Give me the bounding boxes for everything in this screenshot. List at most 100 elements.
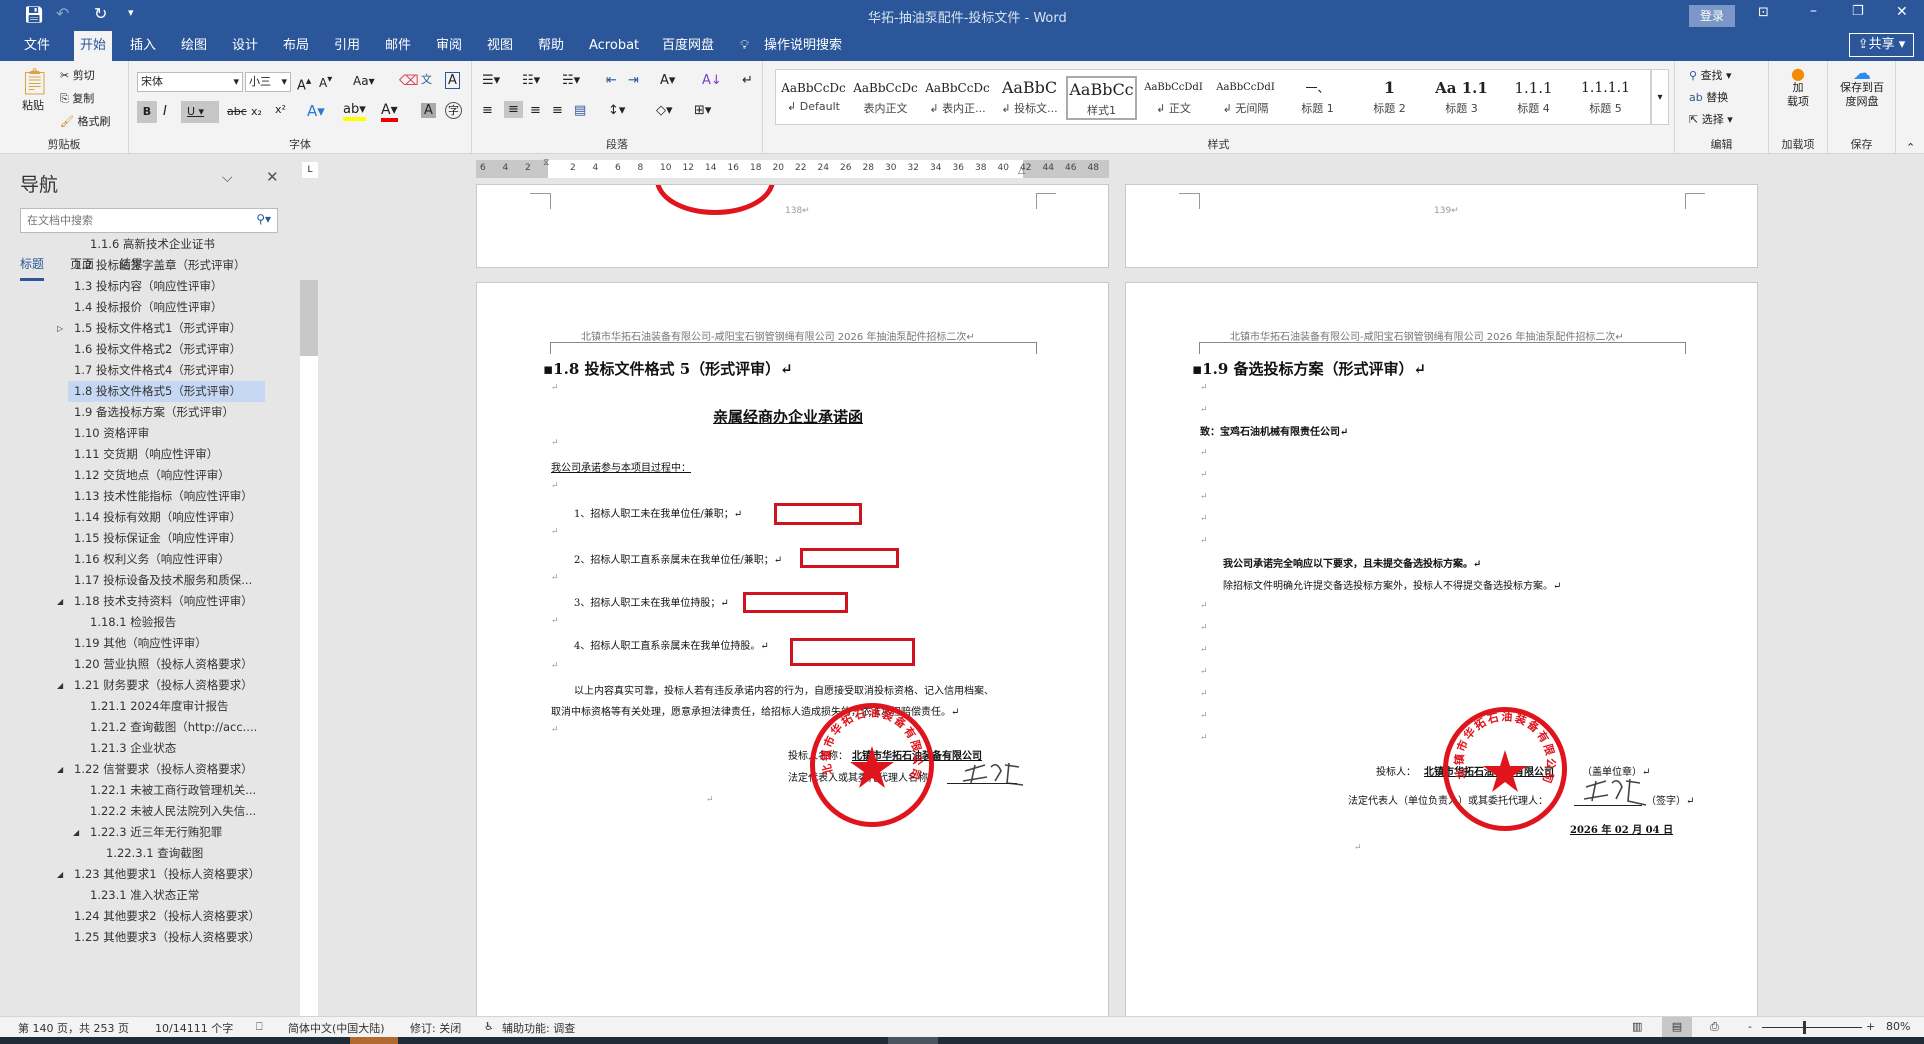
nav-heading-item[interactable]: 1.22.1 未被工商行政管理机关... [84, 780, 256, 801]
nav-heading-item[interactable]: 1.1.6 高新技术企业证书 [84, 234, 215, 255]
tab-help[interactable]: 帮助 [532, 31, 570, 61]
superscript-button[interactable]: x² [275, 103, 286, 116]
style-style1[interactable]: AaBbCc 样式1 [1066, 76, 1137, 120]
shrink-font-icon[interactable]: A▾ [319, 74, 332, 90]
style-bid-doc[interactable]: AaBbC ↲ 投标文... [994, 76, 1065, 120]
tab-acrobat[interactable]: Acrobat [583, 31, 645, 61]
multilevel-list-icon[interactable]: ☵▾ [562, 73, 580, 88]
read-mode-icon[interactable]: ▥ [1632, 1020, 1642, 1033]
tab-layout[interactable]: 布局 [277, 31, 315, 61]
nav-heading-item[interactable]: 1.21.1 2024年度审计报告 [84, 696, 229, 717]
tab-draw[interactable]: 绘图 [175, 31, 213, 61]
redo-icon[interactable]: ↻ [94, 4, 107, 23]
expand-arrow-icon[interactable]: ▷ [57, 318, 63, 339]
character-border-icon[interactable]: A [445, 72, 460, 89]
tab-home[interactable]: 开始 [74, 31, 113, 61]
align-left-icon[interactable]: ≡ [482, 103, 493, 118]
nav-options-chevron-icon[interactable]: ⌵ [222, 170, 233, 186]
nav-heading-item[interactable]: 1.22 信誉要求（投标人资格要求） [68, 759, 253, 780]
nav-heading-item[interactable]: 1.19 其他（响应性评审） [68, 633, 207, 654]
style-heading-5[interactable]: 1.1.1.1 标题 5 [1570, 76, 1641, 120]
find-button[interactable]: ⚲ 查找 ▾ [1689, 67, 1732, 83]
tell-me-search[interactable]: 操作说明搜索 [758, 31, 848, 61]
nav-heading-item[interactable]: 1.4 投标报价（响应性评审） [68, 297, 222, 318]
collapse-arrow-icon[interactable]: ◢ [57, 759, 63, 780]
style-table-body-2[interactable]: AaBbCcDc ↲ 表内正... [922, 76, 993, 120]
style-default[interactable]: AaBbCcDc ↲ Default [778, 76, 849, 120]
font-name-select[interactable]: 宋体 ▾ [137, 72, 243, 92]
distributed-icon[interactable]: ▤ [574, 103, 586, 118]
collapse-ribbon-icon[interactable]: ⌃ [1906, 141, 1915, 154]
nav-heading-item[interactable]: 1.16 权利义务（响应性评审） [68, 549, 230, 570]
sort-icon[interactable]: A↓ [702, 73, 722, 88]
restore-button[interactable]: ❐ [1852, 4, 1864, 19]
nav-heading-item[interactable]: 1.17 投标设备及技术服务和质保... [68, 570, 252, 591]
share-button[interactable]: ⇪共享 ▾ [1849, 33, 1914, 57]
nav-heading-item[interactable]: 1.20 营业执照（投标人资格要求） [68, 654, 253, 675]
nav-heading-item[interactable]: 1.12 交货地点（响应性评审） [68, 465, 230, 486]
nav-heading-item[interactable]: 1.3 投标内容（响应性评审） [68, 276, 222, 297]
align-right-icon[interactable]: ≡ [530, 103, 541, 118]
horizontal-ruler[interactable]: 6 4 2 2 4 6 8 10 12 14 16 18 20 22 24 26 28 30 32 34 36 38 40 4… [476, 158, 1109, 178]
text-effects-icon[interactable]: A▾ [307, 102, 325, 120]
close-button[interactable]: ✕ [1896, 4, 1908, 20]
format-painter-button[interactable]: 🖌︎ 格式刷 [60, 113, 110, 129]
font-color-icon[interactable]: A▾ [381, 102, 398, 122]
nav-heading-item[interactable]: 1.7 投标文件格式4（形式评审） [68, 360, 241, 381]
nav-heading-item[interactable]: 1.21 财务要求（投标人资格要求） [68, 675, 253, 696]
nav-heading-item[interactable]: 1.2 投标函签字盖章（形式评审） [68, 255, 245, 276]
increase-indent-icon[interactable]: ⇥ [628, 73, 639, 88]
nav-heading-item[interactable]: 1.22.3.1 查询截图 [100, 843, 203, 864]
style-table-body[interactable]: AaBbCcDc 表内正文 [850, 76, 921, 120]
nav-tab-headings[interactable]: 标题 [20, 255, 45, 281]
replace-button[interactable]: ab 替换 [1689, 89, 1728, 105]
nav-heading-item[interactable]: 1.22.2 未被人民法院列入失信... [84, 801, 256, 822]
tab-review[interactable]: 审阅 [430, 31, 468, 61]
tab-selector-icon[interactable]: L [302, 162, 318, 178]
vertical-ruler[interactable] [300, 280, 318, 1016]
collapse-arrow-icon[interactable]: ◢ [73, 822, 79, 843]
bullets-icon[interactable]: ☰▾ [482, 73, 500, 88]
zoom-in-button[interactable]: + [1866, 1020, 1875, 1033]
zoom-out-button[interactable]: - [1748, 1020, 1752, 1033]
highlight-icon[interactable]: ab▾ [343, 102, 366, 121]
nav-heading-item[interactable]: 1.21.2 查询截图（http://acc.... [84, 717, 257, 738]
style-no-spacing[interactable]: AaBbCcDdI ↲ 无间隔 [1210, 76, 1281, 120]
style-normal[interactable]: AaBbCcDdI ↲ 正文 [1138, 76, 1209, 120]
tab-references[interactable]: 引用 [328, 31, 366, 61]
nav-heading-item[interactable]: 1.15 投标保证金（响应性评审） [68, 528, 241, 549]
bold-button[interactable]: B [137, 101, 157, 123]
tab-view[interactable]: 视图 [481, 31, 519, 61]
ribbon-display-icon[interactable]: ⊡ [1758, 5, 1769, 20]
nav-heading-item[interactable]: 1.6 投标文件格式2（形式评审） [68, 339, 241, 360]
vertical-scrollbar[interactable] [1906, 160, 1924, 1016]
nav-heading-item[interactable]: 1.13 技术性能指标（响应性评审） [68, 486, 253, 507]
zoom-slider[interactable] [1762, 1021, 1862, 1034]
save-icon[interactable]: 💾︎ [24, 5, 44, 24]
accessibility-status[interactable]: 辅助功能: 调查 [502, 1020, 575, 1036]
shading-icon[interactable]: ◇▾ [656, 103, 673, 118]
collapse-arrow-icon[interactable]: ◢ [57, 864, 63, 885]
style-heading-3[interactable]: Aa 1.1 标题 3 [1426, 76, 1497, 120]
right-indent-marker-icon[interactable]: △ [1018, 166, 1025, 176]
nav-heading-item[interactable]: 1.11 交货期（响应性评审） [68, 444, 218, 465]
nav-heading-item[interactable]: 1.23.1 准入状态正常 [84, 885, 199, 906]
chinese-layout-icon[interactable]: A▾ [660, 73, 675, 88]
decrease-indent-icon[interactable]: ⇤ [606, 73, 617, 88]
borders-icon[interactable]: ⊞▾ [694, 103, 711, 118]
style-heading-4[interactable]: 1.1.1 标题 4 [1498, 76, 1569, 120]
paste-button[interactable]: 📋︎ 粘贴 [18, 67, 51, 113]
word-count[interactable]: 10/14111 个字 [155, 1020, 233, 1036]
nav-close-icon[interactable]: ✕ [266, 168, 279, 186]
login-button[interactable]: 登录 [1689, 5, 1735, 27]
underline-button[interactable]: U ▾ [181, 101, 219, 123]
nav-heading-item[interactable]: 1.21.3 企业状态 [84, 738, 176, 759]
numbering-icon[interactable]: ☷▾ [522, 73, 540, 88]
language[interactable]: 简体中文(中国大陆) [288, 1020, 385, 1036]
select-button[interactable]: ⇱ 选择 ▾ [1689, 111, 1733, 127]
nav-heading-item[interactable]: 1.18 技术支持资料（响应性评审） [68, 591, 253, 612]
enclose-character-icon[interactable]: 字 [445, 102, 462, 119]
page-count[interactable]: 第 140 页，共 253 页 [18, 1020, 129, 1036]
addins-button[interactable]: ● 加 载项 [1783, 66, 1813, 109]
cut-button[interactable]: ✂ 剪切 [60, 67, 95, 83]
